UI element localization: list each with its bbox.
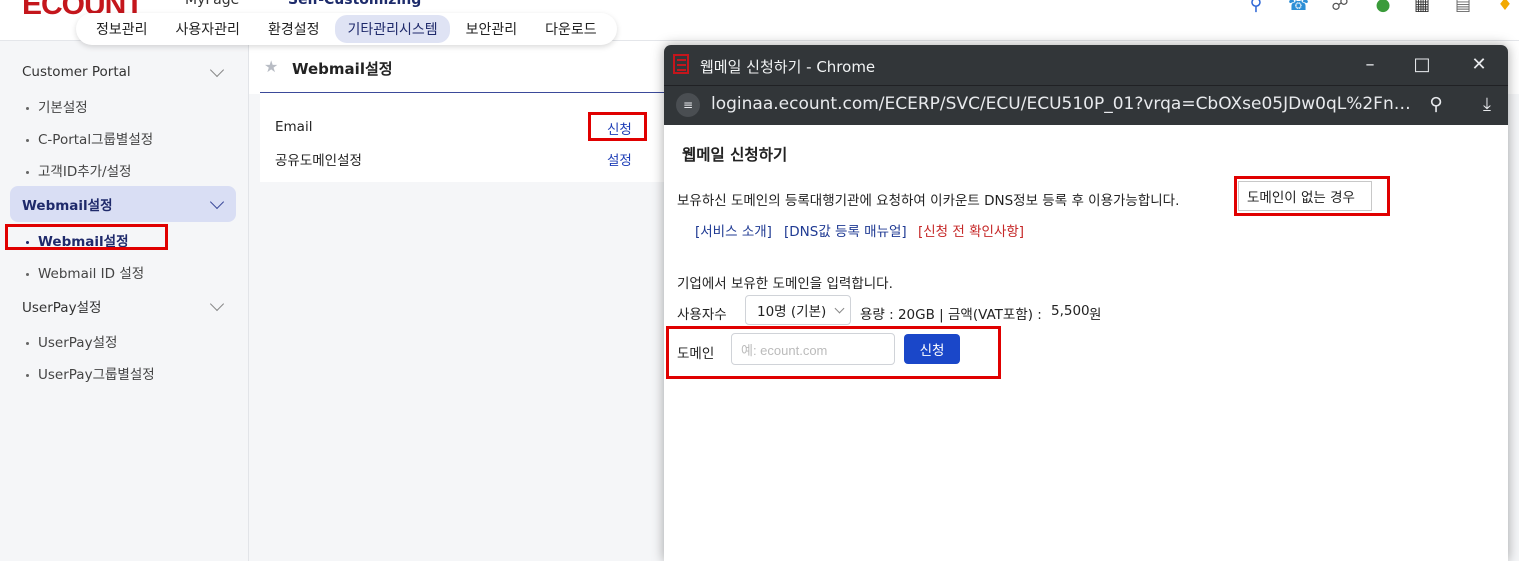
sidebar-section-customer-portal[interactable]: Customer Portal [10, 55, 236, 89]
bullet-icon [26, 341, 29, 345]
bullet-icon [26, 373, 29, 377]
service-intro-link[interactable]: [서비스 소개] [695, 220, 772, 240]
share-icon[interactable]: ☍ [1330, 0, 1350, 14]
sidebar-section-webmail[interactable]: Webmail설정 [10, 186, 236, 222]
favorite-star-icon[interactable]: ★ [264, 57, 278, 76]
shared-domain-settings-link[interactable]: 설정 [607, 149, 632, 169]
top-menu-self-customizing[interactable]: Self-Customizing [288, 0, 421, 8]
tab-other-management[interactable]: 기타관리시스템 [335, 15, 450, 43]
minimize-icon[interactable]: – [1358, 53, 1382, 77]
tab-environment-settings[interactable]: 환경설정 [256, 15, 332, 43]
bullet-icon [26, 170, 29, 174]
sidebar-item-label: 기본설정 [38, 100, 88, 116]
bullet-icon [26, 138, 29, 142]
sidebar-item-customer-id[interactable]: 고객ID추가/설정 [26, 160, 131, 180]
chevron-down-icon [209, 194, 225, 209]
popup-heading: 웹메일 신청하기 [682, 146, 788, 164]
bullet-icon [26, 106, 29, 110]
highlight-box-apply [588, 112, 647, 141]
maximize-icon[interactable]: □ [1410, 53, 1434, 77]
dns-manual-link[interactable]: [DNS값 등록 매뉴얼] [784, 220, 907, 240]
sidebar-section-label: Webmail설정 [22, 198, 113, 214]
capacity-text: 용량 : 20GB | 금액(VAT포함) : [860, 307, 1042, 323]
pre-check-link[interactable]: [신청 전 확인사항] [918, 220, 1024, 240]
sidebar-section-userpay[interactable]: UserPay설정 [10, 289, 236, 323]
highlight-box-domain [666, 326, 1001, 379]
sidebar-item-basic-settings[interactable]: 기본설정 [26, 96, 88, 116]
title-divider [260, 92, 680, 93]
sidebar-item-label: UserPay설정 [38, 335, 118, 351]
search-icon[interactable]: ⚲ [1246, 0, 1266, 14]
site-settings-icon[interactable]: ≡ [676, 93, 700, 117]
users-label: 사용자수 [677, 307, 727, 323]
sidebar-section-label: Customer Portal [22, 64, 131, 80]
close-icon[interactable]: ✕ [1467, 53, 1491, 77]
sidebar-item-label: UserPay그룹별설정 [38, 367, 155, 383]
tab-download[interactable]: 다운로드 [533, 15, 609, 43]
headset-icon[interactable]: ☎ [1288, 0, 1309, 14]
dns-description: 보유하신 도메인의 등록대행기관에 요청하여 이카운트 DNS정보 등록 후 이… [677, 193, 1180, 209]
page-title: Webmail설정 [292, 60, 393, 78]
price-currency: 원 [1089, 307, 1102, 323]
sidebar-item-label: Webmail ID 설정 [38, 266, 145, 282]
top-menu-mypage[interactable]: MyPage [185, 0, 239, 8]
tab-info-management[interactable]: 정보관리 [84, 15, 160, 43]
grid-icon[interactable]: ▦ [1412, 0, 1432, 14]
tab-security-management[interactable]: 보안관리 [454, 15, 530, 43]
sidebar-item-label: 고객ID추가/설정 [38, 164, 132, 180]
bullet-icon [26, 272, 29, 276]
sidebar-item-userpay-settings[interactable]: UserPay설정 [26, 331, 117, 351]
url-text[interactable]: loginaa.ecount.com/ECERP/SVC/ECU/ECU510P… [711, 94, 1423, 114]
popup-window-title: 웹메일 신청하기 - Chrome [700, 58, 876, 76]
tab-user-management[interactable]: 사용자관리 [164, 15, 252, 43]
add-icon[interactable]: ● [1373, 0, 1393, 14]
sidebar-item-cportal-group[interactable]: C-Portal그룹별설정 [26, 128, 153, 148]
bell-icon[interactable]: ♦ [1495, 0, 1515, 14]
chevron-down-icon [209, 62, 225, 77]
users-select[interactable]: 10명 (기본) [745, 295, 851, 325]
sidebar-item-label: C-Portal그룹별설정 [38, 132, 154, 148]
sub-navigation: 정보관리 사용자관리 환경설정 기타관리시스템 보안관리 다운로드 [76, 13, 617, 45]
ecount-favicon-icon [673, 54, 689, 74]
download-icon[interactable]: ⤓ [1475, 93, 1499, 117]
shared-domain-row-label: 공유도메인설정 [275, 153, 362, 169]
enter-domain-text: 기업에서 보유한 도메인을 입력합니다. [677, 276, 893, 292]
notice-icon[interactable]: ▤ [1453, 0, 1473, 14]
sidebar-item-webmail-id[interactable]: Webmail ID 설정 [26, 262, 144, 282]
highlight-box-no-domain [1234, 176, 1390, 216]
sidebar-item-userpay-group[interactable]: UserPay그룹별설정 [26, 363, 155, 383]
chrome-popup-window: 웹메일 신청하기 - Chrome – □ ✕ ≡ loginaa.ecount… [664, 45, 1508, 561]
zoom-icon[interactable]: ⚲ [1424, 93, 1448, 117]
chevron-down-icon [209, 296, 225, 311]
highlight-box-sidebar [5, 224, 168, 250]
email-row-label: Email [275, 119, 313, 135]
price-value: 5,500 [1051, 303, 1090, 319]
chevron-down-icon [834, 303, 845, 313]
sidebar-section-label: UserPay설정 [22, 300, 102, 316]
users-select-value: 10명 (기본) [757, 304, 827, 320]
